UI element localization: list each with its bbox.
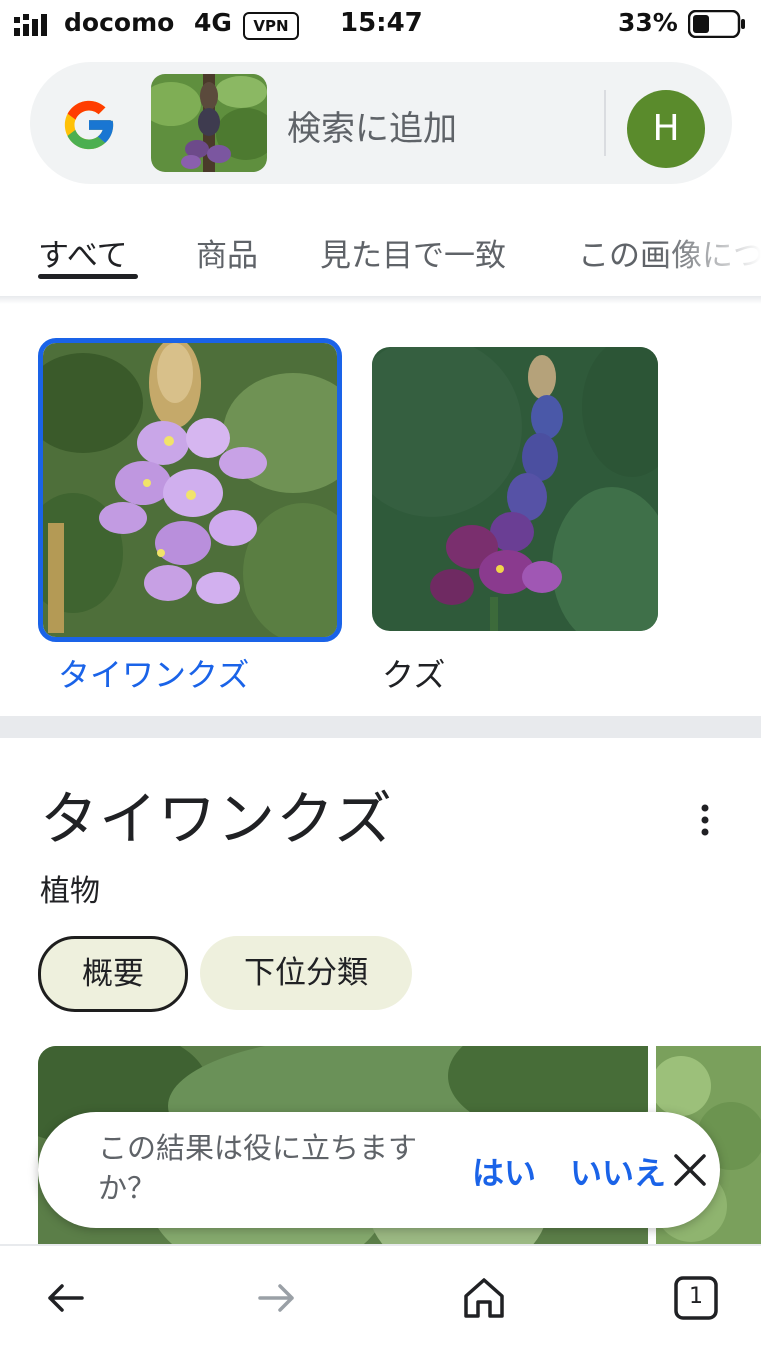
- account-avatar[interactable]: H: [627, 90, 705, 168]
- chip-subtaxa[interactable]: 下位分類: [200, 936, 412, 1010]
- knowledge-panel-title: タイワンクズ: [40, 785, 393, 853]
- tab-visual-matches[interactable]: 見た目で一致: [320, 230, 506, 275]
- vpn-badge: VPN: [243, 12, 299, 40]
- tabs-button[interactable]: 1: [672, 1274, 720, 1322]
- back-arrow-icon[interactable]: [42, 1274, 90, 1322]
- carrier-name: docomo: [64, 8, 175, 37]
- search-divider: [604, 90, 606, 156]
- feedback-no-button[interactable]: いいえ: [570, 1148, 666, 1194]
- more-options-icon[interactable]: [690, 800, 720, 840]
- google-logo-icon[interactable]: [60, 96, 118, 154]
- tabs-fade: [660, 220, 761, 290]
- network-type: 4G: [194, 8, 232, 37]
- taiwan-kudzu-image: [43, 343, 337, 637]
- home-icon[interactable]: [460, 1274, 508, 1322]
- bottom-navigation: [0, 1244, 761, 1352]
- signal-strength-icon: [14, 14, 47, 36]
- battery-icon: [688, 10, 745, 38]
- tab-all[interactable]: すべて: [38, 230, 128, 275]
- knowledge-panel-subtitle: 植物: [40, 874, 100, 909]
- search-input[interactable]: 検索に追加: [287, 101, 457, 150]
- status-time: 15:47: [340, 8, 423, 38]
- close-icon[interactable]: [670, 1150, 710, 1190]
- active-tab-indicator: [38, 274, 138, 279]
- forward-arrow-icon[interactable]: [252, 1274, 300, 1322]
- result-card-taiwan-kudzu[interactable]: [38, 338, 342, 642]
- result-label-taiwan-kudzu[interactable]: タイワンクズ: [58, 650, 249, 696]
- result-label-kudzu[interactable]: クズ: [382, 650, 445, 696]
- tabs-shadow: [0, 296, 761, 304]
- chip-overview[interactable]: 概要: [38, 936, 188, 1012]
- tab-count: 1: [689, 1284, 703, 1309]
- feedback-question: この結果は役に立ちますか？: [98, 1131, 418, 1205]
- battery-percent: 33%: [618, 8, 678, 37]
- section-divider: [0, 716, 761, 738]
- result-card-kudzu[interactable]: [372, 347, 658, 631]
- feedback-yes-button[interactable]: はい: [472, 1148, 536, 1194]
- tab-products[interactable]: 商品: [196, 230, 258, 275]
- kudzu-image: [372, 347, 658, 631]
- query-image-thumbnail[interactable]: [151, 74, 267, 172]
